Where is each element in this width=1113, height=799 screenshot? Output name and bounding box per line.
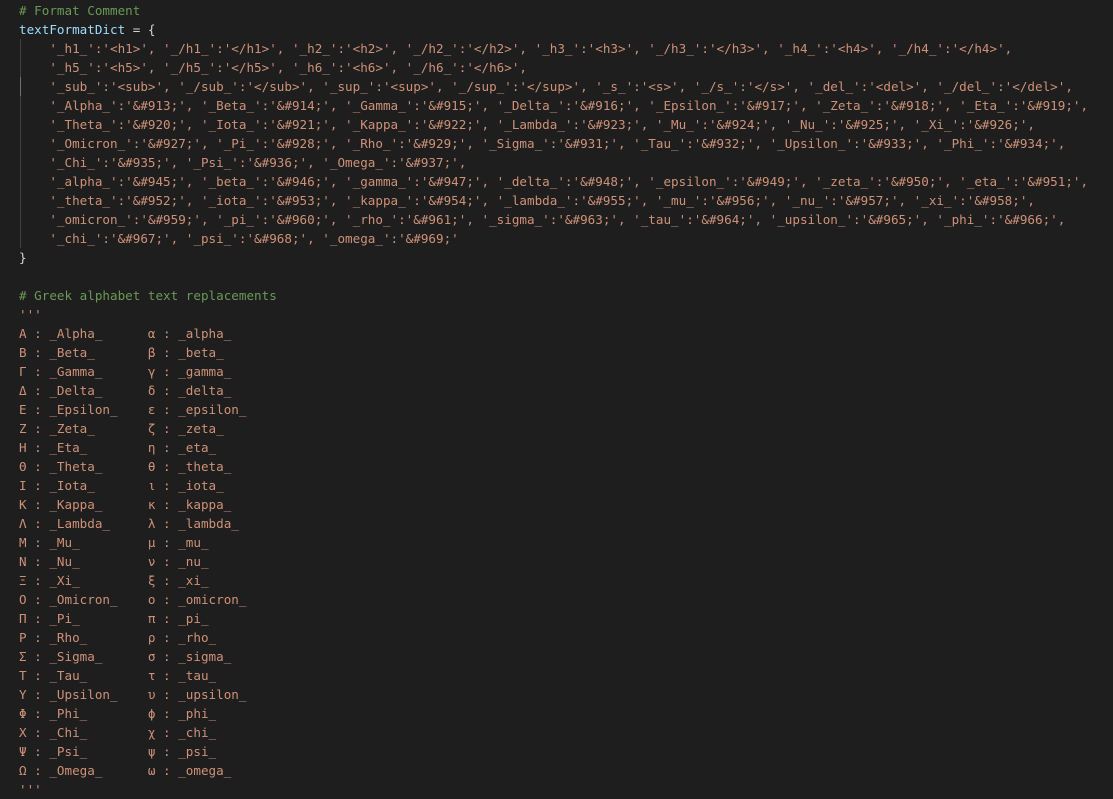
code-string: '_Alpha_':'&#913;', '_Beta_':'&#914;', '… (19, 98, 1089, 113)
code-line[interactable] (0, 267, 1113, 286)
code-line[interactable]: Ρ : _Rho_ ρ : _rho_ (0, 628, 1113, 647)
code-line[interactable]: '_sub_':'<sub>', '_/sub_':'</sub>', '_su… (0, 77, 1113, 96)
code-line[interactable]: } (0, 248, 1113, 267)
code-string: Υ : _Upsilon_ υ : _upsilon_ (19, 687, 247, 702)
code-line[interactable]: '_Chi_':'&#935;', '_Psi_':'&#936;', '_Om… (0, 153, 1113, 172)
code-string: '_h5_':'<h5>', '_/h5_':'</h5>', '_h6_':'… (19, 60, 527, 75)
code-line[interactable]: Ι : _Iota_ ι : _iota_ (0, 476, 1113, 495)
code-line[interactable]: Ο : _Omicron_ ο : _omicron_ (0, 590, 1113, 609)
code-string: Β : _Beta_ β : _beta_ (19, 345, 224, 360)
code-line[interactable]: Λ : _Lambda_ λ : _lambda_ (0, 514, 1113, 533)
code-line[interactable]: Ε : _Epsilon_ ε : _epsilon_ (0, 400, 1113, 419)
code-string: '_chi_':'&#967;', '_psi_':'&#968;', '_om… (19, 231, 459, 246)
code-line[interactable]: Β : _Beta_ β : _beta_ (0, 343, 1113, 362)
code-string: Ω : _Omega_ ω : _omega_ (19, 763, 232, 778)
code-line[interactable]: '_Omicron_':'&#927;', '_Pi_':'&#928;', '… (0, 134, 1113, 153)
code-line[interactable]: '_omicron_':'&#959;', '_pi_':'&#960;', '… (0, 210, 1113, 229)
code-string: Π : _Pi_ π : _pi_ (19, 611, 209, 626)
code-string: Σ : _Sigma_ σ : _sigma_ (19, 649, 232, 664)
indent-guide (20, 77, 21, 96)
code-line[interactable]: '_theta_':'&#952;', '_iota_':'&#953;', '… (0, 191, 1113, 210)
indent-guide (20, 210, 21, 229)
code-line[interactable]: Υ : _Upsilon_ υ : _upsilon_ (0, 685, 1113, 704)
code-line[interactable]: textFormatDict = { (0, 20, 1113, 39)
indent-guide (20, 115, 21, 134)
code-line[interactable]: Ω : _Omega_ ω : _omega_ (0, 761, 1113, 780)
code-string: '_alpha_':'&#945;', '_beta_':'&#946;', '… (19, 174, 1089, 189)
code-punctuation: = { (125, 22, 156, 37)
code-string: Ψ : _Psi_ ψ : _psi_ (19, 744, 217, 759)
code-string: Δ : _Delta_ δ : _delta_ (19, 383, 232, 398)
indent-guide (20, 191, 21, 210)
code-string: Τ : _Tau_ τ : _tau_ (19, 668, 217, 683)
code-line[interactable]: Σ : _Sigma_ σ : _sigma_ (0, 647, 1113, 666)
code-string: Ζ : _Zeta_ ζ : _zeta_ (19, 421, 224, 436)
code-line[interactable]: '_alpha_':'&#945;', '_beta_':'&#946;', '… (0, 172, 1113, 191)
code-variable: textFormatDict (19, 22, 126, 37)
code-line[interactable]: '_Alpha_':'&#913;', '_Beta_':'&#914;', '… (0, 96, 1113, 115)
code-line[interactable]: Χ : _Chi_ χ : _chi_ (0, 723, 1113, 742)
code-line[interactable]: ''' (0, 780, 1113, 799)
code-line[interactable]: Φ : _Phi_ ϕ : _phi_ (0, 704, 1113, 723)
code-line[interactable]: '_Theta_':'&#920;', '_Iota_':'&#921;', '… (0, 115, 1113, 134)
indent-guide (20, 153, 21, 172)
code-string: Κ : _Kappa_ κ : _kappa_ (19, 497, 232, 512)
code-comment: # Greek alphabet text replacements (19, 288, 277, 303)
code-string: Ξ : _Xi_ ξ : _xi_ (19, 573, 209, 588)
code-line[interactable]: Η : _Eta_ η : _eta_ (0, 438, 1113, 457)
code-string: Θ : _Theta_ θ : _theta_ (19, 459, 232, 474)
code-line[interactable]: Θ : _Theta_ θ : _theta_ (0, 457, 1113, 476)
code-line[interactable]: Γ : _Gamma_ γ : _gamma_ (0, 362, 1113, 381)
code-punctuation: } (19, 250, 27, 265)
code-line[interactable]: '_h1_':'<h1>', '_/h1_':'</h1>', '_h2_':'… (0, 39, 1113, 58)
code-line[interactable]: Α : _Alpha_ α : _alpha_ (0, 324, 1113, 343)
code-line[interactable]: Ξ : _Xi_ ξ : _xi_ (0, 571, 1113, 590)
code-string: Ν : _Nu_ ν : _nu_ (19, 554, 209, 569)
code-line[interactable]: # Format Comment (0, 1, 1113, 20)
code-line[interactable]: # Greek alphabet text replacements (0, 286, 1113, 305)
code-line[interactable]: Ψ : _Psi_ ψ : _psi_ (0, 742, 1113, 761)
code-string: Ρ : _Rho_ ρ : _rho_ (19, 630, 217, 645)
indent-guide (20, 134, 21, 153)
code-string: '_omicron_':'&#959;', '_pi_':'&#960;', '… (19, 212, 1066, 227)
code-string: Ο : _Omicron_ ο : _omicron_ (19, 592, 247, 607)
code-string: '_sub_':'<sub>', '_/sub_':'</sub>', '_su… (19, 79, 1073, 94)
code-string: Η : _Eta_ η : _eta_ (19, 440, 217, 455)
code-line[interactable]: Κ : _Kappa_ κ : _kappa_ (0, 495, 1113, 514)
code-line[interactable]: ''' (0, 305, 1113, 324)
indent-guide (20, 229, 21, 248)
code-string: '_Omicron_':'&#927;', '_Pi_':'&#928;', '… (19, 136, 1066, 151)
code-line[interactable]: Τ : _Tau_ τ : _tau_ (0, 666, 1113, 685)
code-string: '_Theta_':'&#920;', '_Iota_':'&#921;', '… (19, 117, 1035, 132)
code-string: Χ : _Chi_ χ : _chi_ (19, 725, 217, 740)
code-editor[interactable]: # Format Comment textFormatDict = { '_h1_… (0, 0, 1113, 799)
code-comment: # Format Comment (19, 3, 141, 18)
code-line[interactable]: Ν : _Nu_ ν : _nu_ (0, 552, 1113, 571)
code-string: '_h1_':'<h1>', '_/h1_':'</h1>', '_h2_':'… (19, 41, 1013, 56)
indent-guide (20, 39, 21, 58)
code-line[interactable]: Μ : _Mu_ μ : _mu_ (0, 533, 1113, 552)
code-string: Λ : _Lambda_ λ : _lambda_ (19, 516, 239, 531)
code-string: Γ : _Gamma_ γ : _gamma_ (19, 364, 232, 379)
code-string: Μ : _Mu_ μ : _mu_ (19, 535, 209, 550)
code-string: Ι : _Iota_ ι : _iota_ (19, 478, 224, 493)
indent-guide (20, 96, 21, 115)
code-string: '_theta_':'&#952;', '_iota_':'&#953;', '… (19, 193, 1035, 208)
code-string: ''' (19, 782, 42, 797)
code-line[interactable]: '_chi_':'&#967;', '_psi_':'&#968;', '_om… (0, 229, 1113, 248)
indent-guide (20, 172, 21, 191)
indent-guide (20, 58, 21, 77)
code-line[interactable]: Ζ : _Zeta_ ζ : _zeta_ (0, 419, 1113, 438)
code-string: Α : _Alpha_ α : _alpha_ (19, 326, 232, 341)
code-line[interactable]: '_h5_':'<h5>', '_/h5_':'</h5>', '_h6_':'… (0, 58, 1113, 77)
code-line[interactable]: Π : _Pi_ π : _pi_ (0, 609, 1113, 628)
code-string: '_Chi_':'&#935;', '_Psi_':'&#936;', '_Om… (19, 155, 467, 170)
code-string: Ε : _Epsilon_ ε : _epsilon_ (19, 402, 247, 417)
code-string: Φ : _Phi_ ϕ : _phi_ (19, 706, 217, 721)
code-line[interactable]: Δ : _Delta_ δ : _delta_ (0, 381, 1113, 400)
code-string: ''' (19, 307, 42, 322)
